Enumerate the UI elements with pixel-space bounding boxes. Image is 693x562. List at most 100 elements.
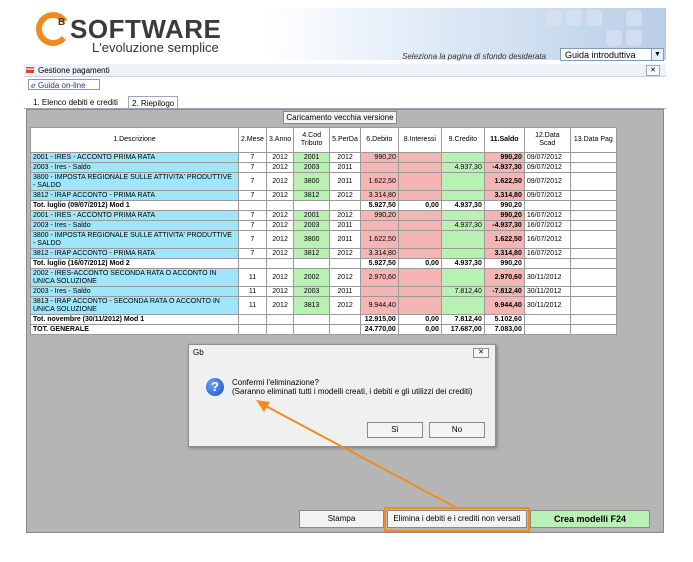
cell-pag	[569, 248, 617, 259]
cell-cod: 3812	[293, 248, 331, 259]
cell-credito	[440, 230, 485, 249]
cell-debito: 24.770,00	[359, 324, 399, 335]
cell-debito: 3.314,80	[359, 190, 399, 201]
cell-desc: TOT. GENERALE	[30, 324, 239, 335]
dialog-close-icon[interactable]: ✕	[473, 348, 489, 358]
yes-button[interactable]: Sì	[367, 422, 423, 438]
col-header[interactable]: 11.Saldo	[483, 127, 525, 153]
table-row[interactable]: 3800 - IMPOSTA REGIONALE SULLE ATTIVITA'…	[30, 172, 617, 191]
cell-pag	[569, 162, 617, 173]
col-header[interactable]: 3.Anno	[265, 127, 295, 153]
table-row[interactable]: 2002 - IRES-ACCONTO SECONDA RATA O ACCON…	[30, 268, 617, 287]
close-icon[interactable]: ✕	[646, 65, 660, 76]
total-row[interactable]: Tot. novembre (30/11/2012) Mod 1 12.915,0…	[30, 314, 617, 325]
cell-cod	[293, 258, 331, 269]
cell-pag	[569, 268, 617, 287]
cell-interessi: 0,00	[397, 314, 442, 325]
cell-desc: 3800 - IMPOSTA REGIONALE SULLE ATTIVITA'…	[30, 230, 239, 249]
table-row[interactable]: 2001 - IRES - ACCONTO PRIMA RATA 7 2012 200…	[30, 210, 617, 221]
total-row[interactable]: Tot. luglio (16/07/2012) Mod 2 5.927,50 0,…	[30, 258, 617, 269]
cell-saldo: 7.083,00	[483, 324, 525, 335]
cell-mese: 11	[238, 296, 267, 315]
cell-interessi: 0,00	[397, 200, 442, 211]
cell-perda: 2012	[329, 296, 361, 315]
cell-pag	[569, 190, 617, 201]
cell-debito: 5.927,50	[359, 200, 399, 211]
cell-desc: 2002 - IRES-ACCONTO SECONDA RATA O ACCON…	[30, 268, 239, 287]
cell-scad	[523, 314, 571, 325]
cell-credito: 17.687,00	[440, 324, 485, 335]
no-button[interactable]: No	[429, 422, 485, 438]
cell-anno: 2012	[265, 230, 295, 249]
total-row[interactable]: Tot. luglio (09/07/2012) Mod 1 5.927,50 0,…	[30, 200, 617, 211]
total-row[interactable]: TOT. GENERALE 24.770,00 0,00 17.687,00 7.083…	[30, 324, 617, 335]
cell-pag	[569, 152, 617, 163]
cell-mese: 7	[238, 210, 267, 221]
cell-perda	[329, 258, 361, 269]
cell-anno	[265, 314, 295, 325]
cell-pag	[569, 324, 617, 335]
caricamento-button[interactable]: Caricamento vecchia versione	[283, 111, 397, 124]
table-row[interactable]: 3800 - IMPOSTA REGIONALE SULLE ATTIVITA'…	[30, 230, 617, 249]
cell-anno: 2012	[265, 152, 295, 163]
table-row[interactable]: 2003 - Ires - Saldo 11 2012 2003 2011 7.812,4…	[30, 286, 617, 297]
cell-anno: 2012	[265, 286, 295, 297]
cell-pag	[569, 172, 617, 191]
cell-interessi	[397, 230, 442, 249]
crea-f24-button[interactable]: Crea modelli F24	[530, 510, 650, 528]
col-header[interactable]: 8.Interessi	[397, 127, 442, 153]
cell-saldo: 1.622,50	[483, 172, 525, 191]
table-row[interactable]: 3812 - IRAP ACCONTO - PRIMA RATA 7 2012 381…	[30, 248, 617, 259]
cell-pag	[569, 314, 617, 325]
stampa-button[interactable]: Stampa	[299, 510, 384, 528]
cell-desc: Tot. novembre (30/11/2012) Mod 1	[30, 314, 239, 325]
cell-mese	[238, 314, 267, 325]
cell-interessi: 0,00	[397, 324, 442, 335]
cell-interessi: 0,00	[397, 258, 442, 269]
cell-mese	[238, 324, 267, 335]
dialog-message: Confermi l'eliminazione?	[232, 378, 319, 387]
chevron-down-icon[interactable]: ▼	[651, 49, 663, 60]
cell-interessi	[397, 296, 442, 315]
cell-credito: 4.937,30	[440, 258, 485, 269]
cell-mese: 7	[238, 230, 267, 249]
col-header[interactable]: 2.Mese	[238, 127, 267, 153]
cell-cod	[293, 324, 331, 335]
cell-saldo: 990,20	[483, 258, 525, 269]
table-row[interactable]: 3813 - IRAP ACCONTO - SECONDA RATA O ACC…	[30, 296, 617, 315]
guida-online-button[interactable]: ℯ Guida on-line	[28, 79, 100, 90]
cell-pag	[569, 210, 617, 221]
cell-interessi	[397, 162, 442, 173]
table-row[interactable]: 2003 - Ires - Saldo 7 2012 2003 2011 4.937,30…	[30, 220, 617, 231]
cell-scad: 16/07/2012	[523, 210, 571, 221]
cell-pag	[569, 258, 617, 269]
cell-interessi	[397, 210, 442, 221]
cell-credito: 4.937,30	[440, 162, 485, 173]
cell-debito	[359, 162, 399, 173]
cell-debito: 12.915,00	[359, 314, 399, 325]
cell-anno: 2012	[265, 172, 295, 191]
cell-anno	[265, 324, 295, 335]
col-header[interactable]: 9.Credito	[440, 127, 485, 153]
col-header[interactable]: 12.Data Scad	[523, 127, 571, 153]
table-row[interactable]: 2001 - IRES - ACCONTO PRIMA RATA 7 2012 200…	[30, 152, 617, 163]
table-row[interactable]: 2003 - Ires - Saldo 7 2012 2003 2011 4.937,30…	[30, 162, 617, 173]
cell-perda: 2011	[329, 286, 361, 297]
col-header[interactable]: 13.Data Pag	[569, 127, 617, 153]
cell-desc: 3812 - IRAP ACCONTO - PRIMA RATA	[30, 190, 239, 201]
confirm-dialog: Gb ✕ ? Confermi l'eliminazione? (Saranno…	[188, 344, 496, 447]
cell-scad: 16/07/2012	[523, 230, 571, 249]
cell-credito	[440, 296, 485, 315]
cell-anno: 2012	[265, 296, 295, 315]
table-row[interactable]: 3812 - IRAP ACCONTO - PRIMA RATA 7 2012 381…	[30, 190, 617, 201]
col-header[interactable]: 1.Descrizione	[30, 127, 239, 153]
cell-scad	[523, 200, 571, 211]
bg-page-select[interactable]: Guida introduttiva ▼	[560, 48, 664, 61]
cell-scad: 30/11/2012	[523, 296, 571, 315]
cell-saldo: 990,20	[483, 210, 525, 221]
cell-credito: 4.937,30	[440, 200, 485, 211]
cell-desc: 2001 - IRES - ACCONTO PRIMA RATA	[30, 210, 239, 221]
col-header[interactable]: 6.Debito	[359, 127, 399, 153]
col-header[interactable]: 4.Cod Tributo	[293, 127, 331, 153]
col-header[interactable]: 5.PerDa	[329, 127, 361, 153]
